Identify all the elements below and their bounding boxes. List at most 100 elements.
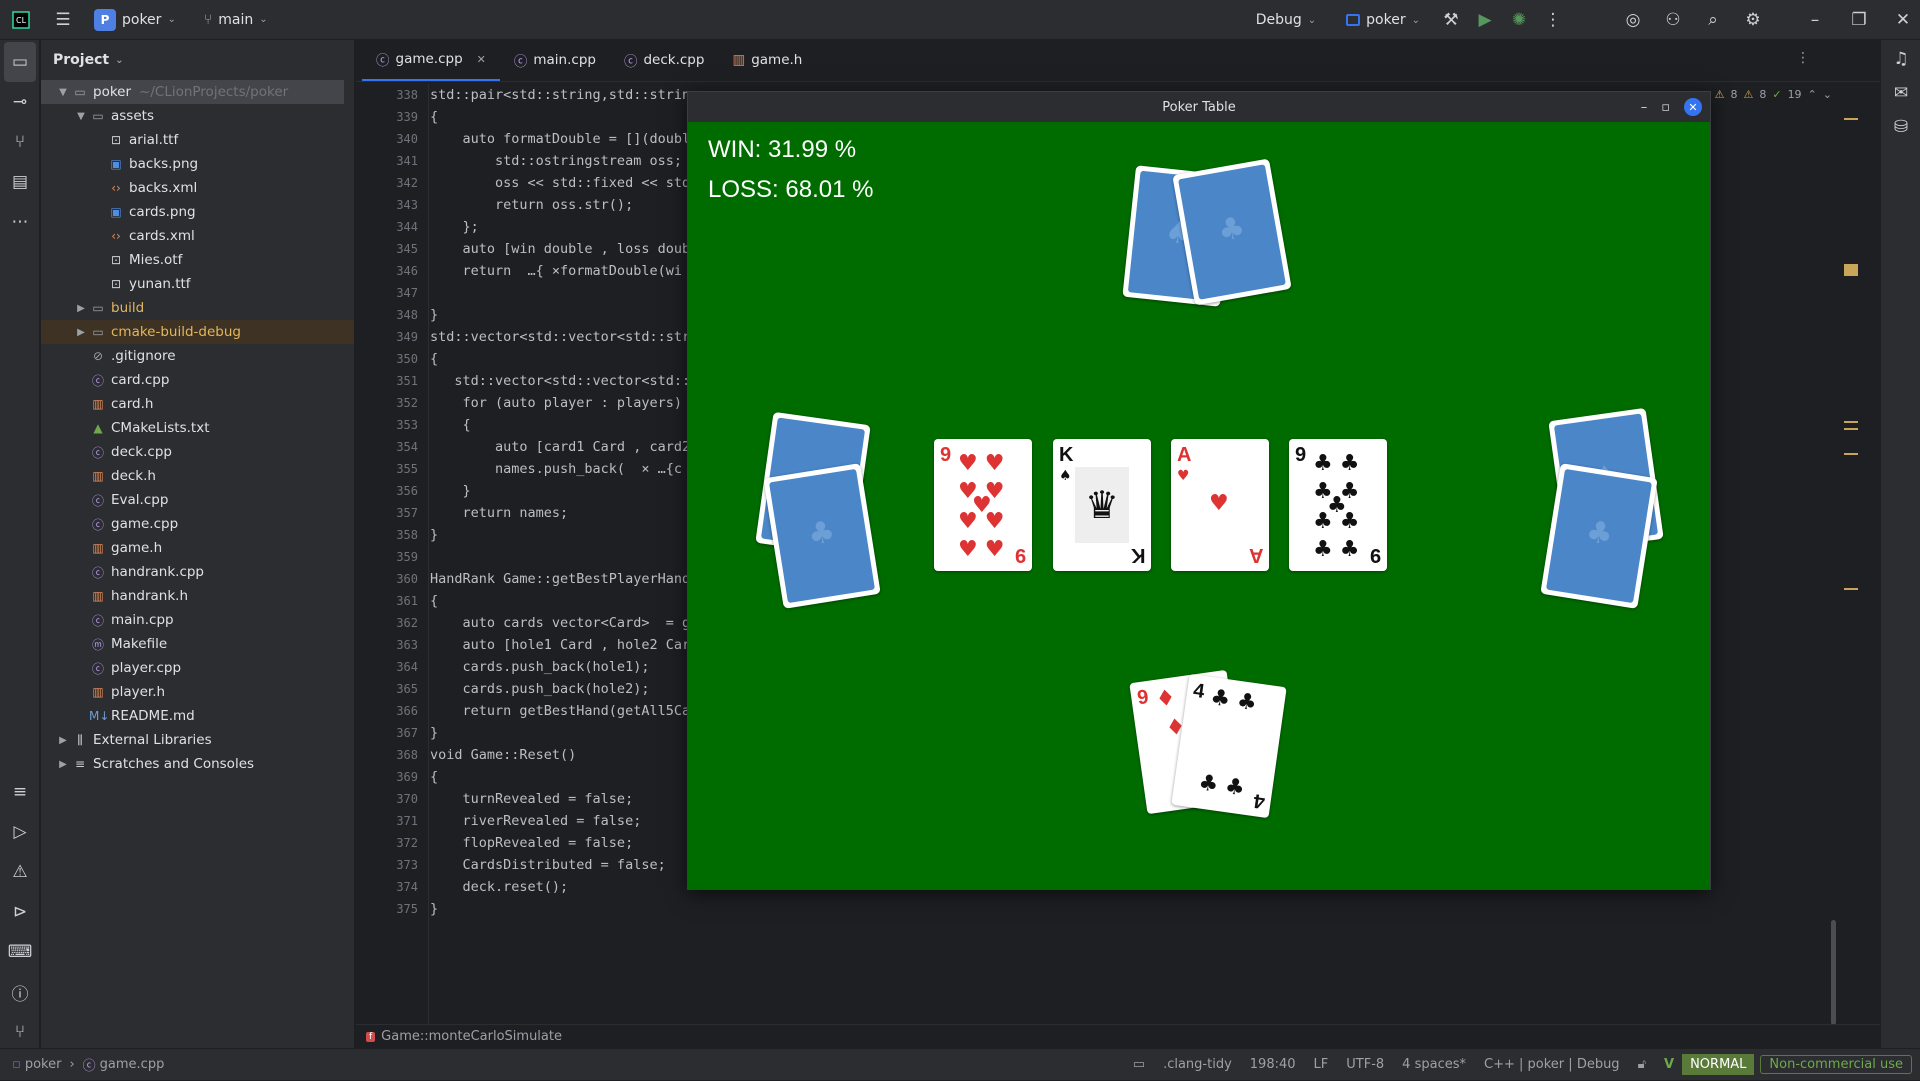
build-hammer-icon[interactable]: ⚒ xyxy=(1434,3,1468,37)
run-icon[interactable]: ▶ xyxy=(1468,3,1502,37)
code-line[interactable]: } xyxy=(430,722,723,744)
chevron-up-icon[interactable]: ⌃ xyxy=(1808,88,1817,101)
lock-icon[interactable]: 🔓︎ xyxy=(1638,1057,1646,1072)
tab-game-cpp[interactable]: ⓒ game.cpp ✕ xyxy=(362,39,500,81)
add-user-icon[interactable]: ⚇ xyxy=(1656,3,1690,37)
code-line[interactable] xyxy=(430,282,723,304)
minimize-icon[interactable]: – xyxy=(1641,100,1648,115)
restore-window-icon[interactable]: ❐ xyxy=(1842,3,1876,37)
chevron-right-icon[interactable]: ▶ xyxy=(73,303,89,314)
code-line[interactable]: HandRank Game::getBestPlayerHand xyxy=(430,568,723,590)
close-icon[interactable]: ✕ xyxy=(1684,98,1702,116)
close-tab-icon[interactable]: ✕ xyxy=(477,53,486,66)
code-line[interactable]: turnRevealed = false; xyxy=(430,788,723,810)
tree-item[interactable]: ⊡ Mies.otf xyxy=(41,248,354,272)
tree-item[interactable]: ▶ ⫼ External Libraries xyxy=(41,728,354,752)
status-lang-context[interactable]: C++ | poker | Debug xyxy=(1484,1057,1620,1072)
code-line[interactable]: } xyxy=(430,480,723,502)
chevron-down-icon[interactable]: ⌄ xyxy=(1823,88,1832,101)
tree-item[interactable]: ⓒ Eval.cpp xyxy=(41,488,354,512)
tree-item[interactable]: ⓒ deck.cpp xyxy=(41,440,354,464)
tree-item[interactable]: ⓜ Makefile xyxy=(41,632,354,656)
project-selector[interactable]: P poker ⌄ xyxy=(94,8,176,31)
git-icon[interactable]: ⑂ xyxy=(0,1012,40,1052)
license-badge[interactable]: Non-commercial use xyxy=(1760,1055,1912,1074)
run-config-selector[interactable]: Debug ⌄ xyxy=(1256,12,1316,28)
tree-item[interactable]: ⓒ main.cpp xyxy=(41,608,354,632)
code-line[interactable]: std::vector<std::vector<std:: xyxy=(430,370,723,392)
code-line[interactable]: } xyxy=(430,898,723,920)
branch-selector[interactable]: ⑂ main ⌄ xyxy=(204,12,268,28)
breadcrumb[interactable]: f Game::monteCarloSimulate xyxy=(356,1024,1880,1048)
project-panel-header[interactable]: Project ⌄ xyxy=(41,40,354,80)
status-indent[interactable]: 4 spaces* xyxy=(1402,1057,1466,1072)
tree-item[interactable]: ⊡ yunan.ttf xyxy=(41,272,354,296)
code-line[interactable]: std::vector<std::vector<std::str xyxy=(430,326,723,348)
maximize-icon[interactable]: ▫ xyxy=(1661,100,1670,115)
tree-item[interactable]: ▶ ▭ cmake-build-debug xyxy=(41,320,354,344)
status-line-ending[interactable]: LF xyxy=(1314,1057,1329,1072)
code-line[interactable]: auto [hole1 Card , hole2 Car xyxy=(430,634,723,656)
code-line[interactable]: oss << std::fixed << std xyxy=(430,172,723,194)
tab-game-h[interactable]: ▥ game.h xyxy=(718,39,816,81)
status-project[interactable]: poker xyxy=(25,1057,62,1072)
clion-logo-icon[interactable]: CL xyxy=(4,3,38,37)
code-line[interactable]: return names; xyxy=(430,502,723,524)
project-folder-icon[interactable]: ▭ xyxy=(4,42,36,82)
tree-item[interactable]: ▶ ≡ Scratches and Consoles xyxy=(41,752,354,776)
poker-window-titlebar[interactable]: Poker Table – ▫ ✕ xyxy=(688,92,1710,122)
code-line[interactable]: for (auto player : players) xyxy=(430,392,723,414)
tree-item[interactable]: ▼ ▭ assets xyxy=(41,104,354,128)
chevron-right-icon[interactable]: ▶ xyxy=(55,759,71,770)
search-icon[interactable]: ⌕ xyxy=(1696,3,1730,37)
code-line[interactable]: return oss.str(); xyxy=(430,194,723,216)
main-menu-icon[interactable]: ☰ xyxy=(46,3,80,37)
chevron-right-icon[interactable]: ▶ xyxy=(73,327,89,338)
terminal-icon[interactable]: ⌨ xyxy=(0,932,40,972)
pull-requests-icon[interactable]: ⑂ xyxy=(0,122,40,162)
tree-item[interactable]: ▣ cards.png xyxy=(41,200,354,224)
run-panel-icon[interactable]: ▷ xyxy=(0,812,40,852)
code-line[interactable]: auto [win double , loss double ] xyxy=(430,238,723,260)
code-line[interactable]: auto formatDouble = [](doubl xyxy=(430,128,723,150)
ai-assistant-icon[interactable]: ◎ xyxy=(1616,3,1650,37)
chevron-down-icon[interactable]: ▼ xyxy=(73,111,89,122)
code-line[interactable]: { xyxy=(430,414,723,436)
code-line[interactable]: auto cards vector<Card> = getC xyxy=(430,612,723,634)
settings-gear-icon[interactable]: ⚙ xyxy=(1736,3,1770,37)
debug-bug-icon[interactable]: ✺ xyxy=(1502,3,1536,37)
tree-item[interactable]: ⓒ player.cpp xyxy=(41,656,354,680)
status-file[interactable]: game.cpp xyxy=(100,1057,165,1072)
close-window-icon[interactable]: ✕ xyxy=(1886,3,1920,37)
status-lint[interactable]: .clang-tidy xyxy=(1163,1057,1232,1072)
todo-list-icon[interactable]: ≡ xyxy=(0,772,40,812)
status-encoding[interactable]: UTF-8 xyxy=(1346,1057,1384,1072)
inspection-widget[interactable]: ⚠ 8 ⚠ 8 ✓ 19 ⌃ ⌄ xyxy=(1715,88,1832,101)
code-line[interactable]: { xyxy=(430,766,723,788)
code-line[interactable]: { xyxy=(430,106,723,128)
tree-item[interactable]: ⓒ game.cpp xyxy=(41,512,354,536)
tree-item[interactable]: ▥ card.h xyxy=(41,392,354,416)
tab-deck-cpp[interactable]: ⓒ deck.cpp xyxy=(610,39,718,81)
code-line[interactable]: } xyxy=(430,524,723,546)
code-line[interactable]: flopRevealed = false; xyxy=(430,832,723,854)
tree-item[interactable]: M↓ README.md xyxy=(41,704,354,728)
tree-item[interactable]: ▥ deck.h xyxy=(41,464,354,488)
chevron-right-icon[interactable]: ▶ xyxy=(55,735,71,746)
code-content[interactable]: std::pair<std::string,std::strin{ auto f… xyxy=(430,84,723,920)
tabs-more-icon[interactable]: ⋮ xyxy=(1796,50,1810,66)
tree-item[interactable]: ⊡ arial.ttf xyxy=(41,128,354,152)
tree-item[interactable]: ▥ game.h xyxy=(41,536,354,560)
tree-item[interactable]: ▣ backs.png xyxy=(41,152,354,176)
more-horizontal-icon[interactable]: ⋯ xyxy=(0,202,40,242)
code-line[interactable]: CardsDistributed = false; xyxy=(430,854,723,876)
code-line[interactable]: return …{ ×formatDouble(wi xyxy=(430,260,723,282)
status-position[interactable]: 198:40 xyxy=(1250,1057,1296,1072)
code-line[interactable]: return getBestHand(getAll5Ca xyxy=(430,700,723,722)
vertical-scrollbar[interactable] xyxy=(1831,920,1836,1025)
tree-item[interactable]: ⓒ card.cpp xyxy=(41,368,354,392)
problems-icon[interactable]: ⓘ xyxy=(0,972,40,1012)
tree-item[interactable]: ▲ CMakeLists.txt xyxy=(41,416,354,440)
code-line[interactable] xyxy=(430,546,723,568)
commit-icon[interactable]: ⊸ xyxy=(0,82,40,122)
